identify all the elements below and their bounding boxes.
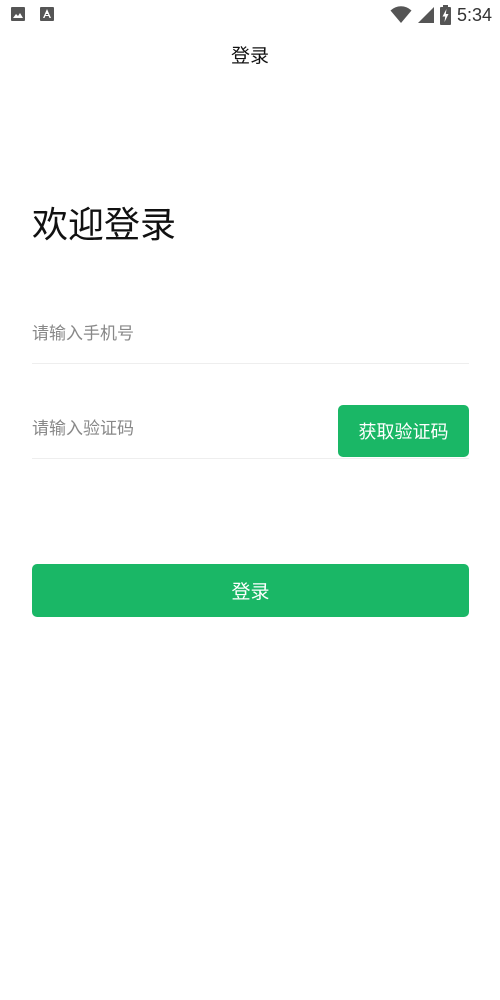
image-icon — [10, 6, 26, 22]
text-icon — [40, 6, 54, 22]
welcome-heading: 欢迎登录 — [32, 205, 177, 246]
battery-charging-icon — [439, 5, 451, 25]
verification-code-input[interactable] — [32, 409, 332, 449]
wifi-icon — [390, 6, 412, 24]
page-title: 登录 — [230, 44, 269, 67]
phone-field-row — [32, 306, 469, 364]
phone-input[interactable] — [32, 314, 332, 354]
code-field-row: 获取验证码 — [32, 401, 469, 459]
title-bar: 登录 — [0, 32, 500, 76]
status-right-icons: 5:34 — [390, 4, 492, 26]
status-time: 5:34 — [456, 5, 492, 25]
status-bar: 5:34 — [0, 0, 500, 32]
login-screen: 5:34 登录 欢迎登录 获取验证码 登录 — [0, 0, 500, 1000]
status-left-icons — [10, 6, 54, 22]
get-code-button[interactable]: 获取验证码 — [338, 405, 469, 457]
cellular-signal-icon — [417, 6, 434, 24]
login-button[interactable]: 登录 — [32, 564, 469, 617]
